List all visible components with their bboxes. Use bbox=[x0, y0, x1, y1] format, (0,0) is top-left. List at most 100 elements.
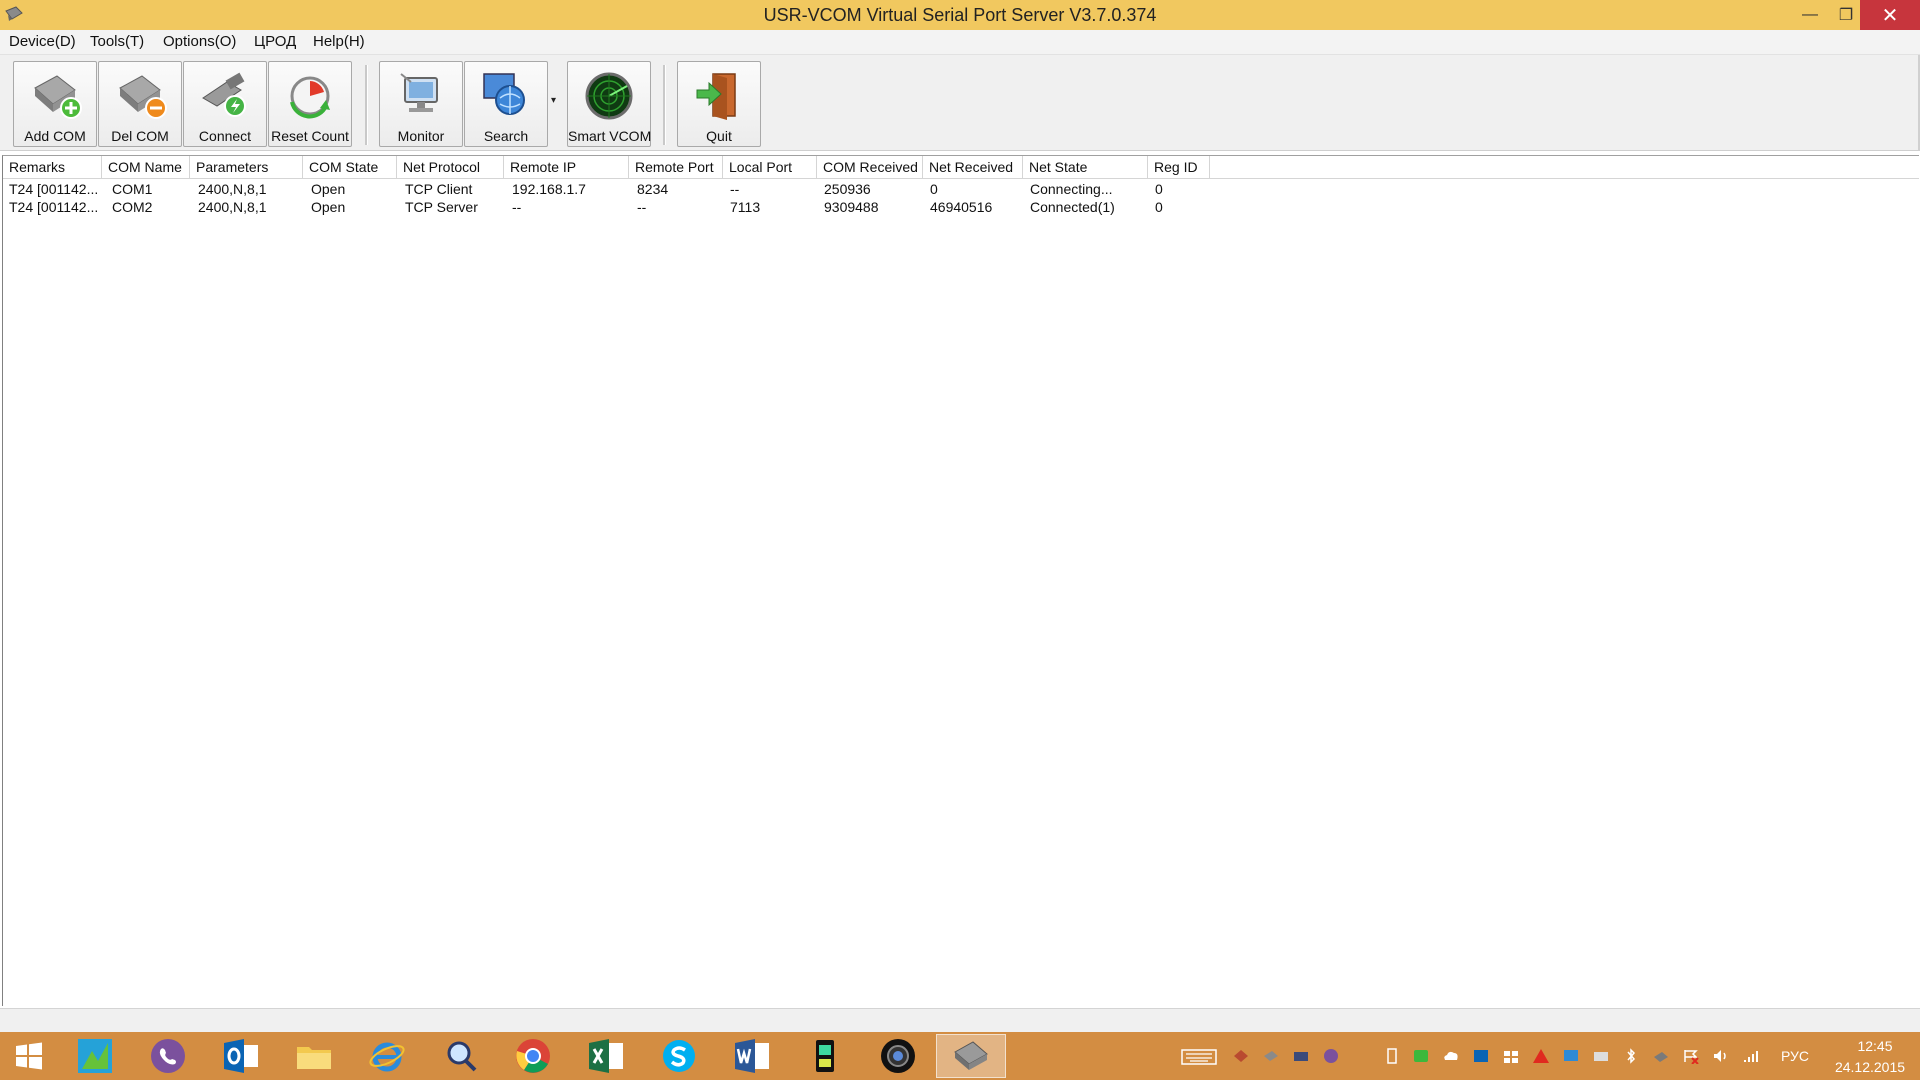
close-button[interactable]: ✕ bbox=[1860, 0, 1920, 30]
reset-count-button[interactable]: Reset Count bbox=[268, 61, 352, 147]
taskbar-file-explorer[interactable] bbox=[279, 1034, 349, 1078]
quit-button[interactable]: Quit bbox=[677, 61, 761, 147]
connect-label: Connect bbox=[198, 128, 252, 144]
menu-bar: Device(D) Tools(T) Options(O) ЦРОД Help(… bbox=[0, 30, 1920, 55]
clock-date[interactable]: 24.12.2015 bbox=[1826, 1059, 1914, 1075]
cell-com-received: 250936 bbox=[824, 181, 871, 197]
cell-net-protocol: TCP Server bbox=[405, 199, 478, 215]
del-com-button[interactable]: Del COM bbox=[98, 61, 182, 147]
cell-com-state: Open bbox=[311, 199, 346, 215]
title-bar: USR-VCOM Virtual Serial Port Server V3.7… bbox=[0, 0, 1920, 30]
col-com-state[interactable]: COM State bbox=[303, 156, 397, 178]
connect-icon bbox=[202, 72, 246, 117]
tray-warning-icon[interactable] bbox=[1532, 1048, 1550, 1064]
col-reg-id[interactable]: Reg ID bbox=[1148, 156, 1210, 178]
windows-logo-icon bbox=[16, 1042, 42, 1070]
col-net-protocol[interactable]: Net Protocol bbox=[397, 156, 504, 178]
col-parameters[interactable]: Parameters bbox=[190, 156, 303, 178]
menu-device[interactable]: Device(D) bbox=[7, 33, 78, 50]
menu-options[interactable]: Options(O) bbox=[161, 33, 238, 50]
tray-printer-icon[interactable] bbox=[1292, 1048, 1310, 1064]
skype-icon bbox=[663, 1040, 695, 1072]
language-indicator[interactable]: РУС bbox=[1781, 1048, 1809, 1064]
viber-icon bbox=[151, 1039, 185, 1073]
tray-app-icon[interactable] bbox=[1232, 1048, 1250, 1064]
exit-door-icon bbox=[696, 73, 736, 120]
magnifier-icon bbox=[447, 1041, 477, 1072]
cell-net-received: 0 bbox=[930, 181, 938, 197]
tray-network-device-icon[interactable] bbox=[1262, 1048, 1280, 1064]
taskbar-viber[interactable] bbox=[133, 1034, 203, 1078]
com-port-table[interactable]: Remarks COM Name Parameters COM State Ne… bbox=[2, 155, 1919, 1006]
monitor-icon bbox=[400, 73, 438, 112]
tray-battery-icon[interactable] bbox=[1383, 1048, 1401, 1064]
search-button[interactable]: Search bbox=[464, 61, 548, 147]
cell-com-name: COM1 bbox=[112, 181, 153, 197]
taskbar-chrome[interactable] bbox=[498, 1034, 568, 1078]
col-net-state[interactable]: Net State bbox=[1023, 156, 1148, 178]
search-label: Search bbox=[483, 128, 529, 144]
col-remote-port[interactable]: Remote Port bbox=[629, 156, 723, 178]
menu-tsrod[interactable]: ЦРОД bbox=[252, 33, 298, 50]
search-icon bbox=[483, 73, 525, 115]
cell-net-state: Connected(1) bbox=[1030, 199, 1115, 215]
cell-remote-ip: -- bbox=[512, 199, 522, 215]
col-local-port[interactable]: Local Port bbox=[723, 156, 817, 178]
add-com-button[interactable]: Add COM bbox=[13, 61, 97, 147]
tray-viber-icon[interactable] bbox=[1322, 1048, 1340, 1064]
toolbar-separator bbox=[365, 65, 368, 145]
clock-time[interactable]: 12:45 bbox=[1845, 1038, 1905, 1054]
cell-remote-port: 8234 bbox=[637, 181, 669, 197]
taskbar-device-app[interactable] bbox=[790, 1034, 860, 1078]
tray-keyboard-layout-icon[interactable] bbox=[1592, 1048, 1610, 1064]
reset-count-icon bbox=[290, 76, 330, 119]
chrome-icon bbox=[516, 1039, 550, 1073]
menu-tools[interactable]: Tools(T) bbox=[88, 33, 146, 50]
bluetooth-icon[interactable] bbox=[1622, 1048, 1640, 1064]
start-button[interactable] bbox=[0, 1034, 58, 1078]
tray-onedrive-icon[interactable] bbox=[1442, 1048, 1460, 1064]
col-remote-ip[interactable]: Remote IP bbox=[504, 156, 629, 178]
keyboard-icon[interactable] bbox=[1181, 1048, 1217, 1066]
action-center-icon[interactable] bbox=[1682, 1048, 1700, 1064]
tray-display-icon[interactable] bbox=[1562, 1048, 1580, 1064]
table-row[interactable]: T24 [001142... COM1 2400,N,8,1 Open TCP … bbox=[3, 180, 1919, 198]
internet-explorer-icon bbox=[369, 1042, 405, 1072]
window-title: USR-VCOM Virtual Serial Port Server V3.7… bbox=[763, 5, 1157, 25]
taskbar-app-green[interactable] bbox=[60, 1034, 130, 1078]
taskbar-usr-vcom[interactable] bbox=[936, 1034, 1006, 1078]
del-com-label: Del COM bbox=[111, 128, 169, 144]
taskbar-word[interactable] bbox=[717, 1034, 787, 1078]
taskbar: РУС 12:45 24.12.2015 bbox=[0, 1032, 1920, 1080]
cell-reg-id: 0 bbox=[1155, 181, 1163, 197]
col-com-name[interactable]: COM Name bbox=[102, 156, 190, 178]
search-dropdown-arrow[interactable]: ▾ bbox=[551, 95, 563, 135]
menu-help[interactable]: Help(H) bbox=[311, 33, 367, 50]
radar-icon bbox=[585, 72, 633, 120]
col-remarks[interactable]: Remarks bbox=[3, 156, 102, 178]
volume-icon[interactable] bbox=[1712, 1048, 1730, 1064]
col-com-received[interactable]: COM Received bbox=[817, 156, 923, 178]
taskbar-magnifier[interactable] bbox=[425, 1034, 495, 1078]
taskbar-camera-app[interactable] bbox=[863, 1034, 933, 1078]
tray-shield-icon[interactable] bbox=[1412, 1048, 1430, 1064]
col-net-received[interactable]: Net Received bbox=[923, 156, 1023, 178]
tray-outlook-icon[interactable] bbox=[1472, 1048, 1490, 1064]
tray-windows-icon[interactable] bbox=[1502, 1048, 1520, 1064]
table-row[interactable]: T24 [001142... COM2 2400,N,8,1 Open TCP … bbox=[3, 198, 1919, 216]
quit-label: Quit bbox=[706, 128, 732, 144]
table-header: Remarks COM Name Parameters COM State Ne… bbox=[3, 156, 1919, 179]
taskbar-outlook[interactable] bbox=[206, 1034, 276, 1078]
smart-vcom-button[interactable]: Smart VCOM bbox=[567, 61, 651, 147]
taskbar-excel[interactable] bbox=[571, 1034, 641, 1078]
monitor-button[interactable]: Monitor bbox=[379, 61, 463, 147]
taskbar-skype[interactable] bbox=[644, 1034, 714, 1078]
connect-button[interactable]: Connect bbox=[183, 61, 267, 147]
toolbar: Add COM Del COM Connect Reset Count Moni… bbox=[0, 55, 1920, 151]
cell-com-received: 9309488 bbox=[824, 199, 879, 215]
tray-usb-device-icon[interactable] bbox=[1652, 1048, 1670, 1064]
network-signal-icon[interactable] bbox=[1742, 1048, 1760, 1064]
device-icon bbox=[816, 1040, 834, 1072]
monitor-label: Monitor bbox=[397, 128, 445, 144]
taskbar-internet-explorer[interactable] bbox=[352, 1034, 422, 1078]
